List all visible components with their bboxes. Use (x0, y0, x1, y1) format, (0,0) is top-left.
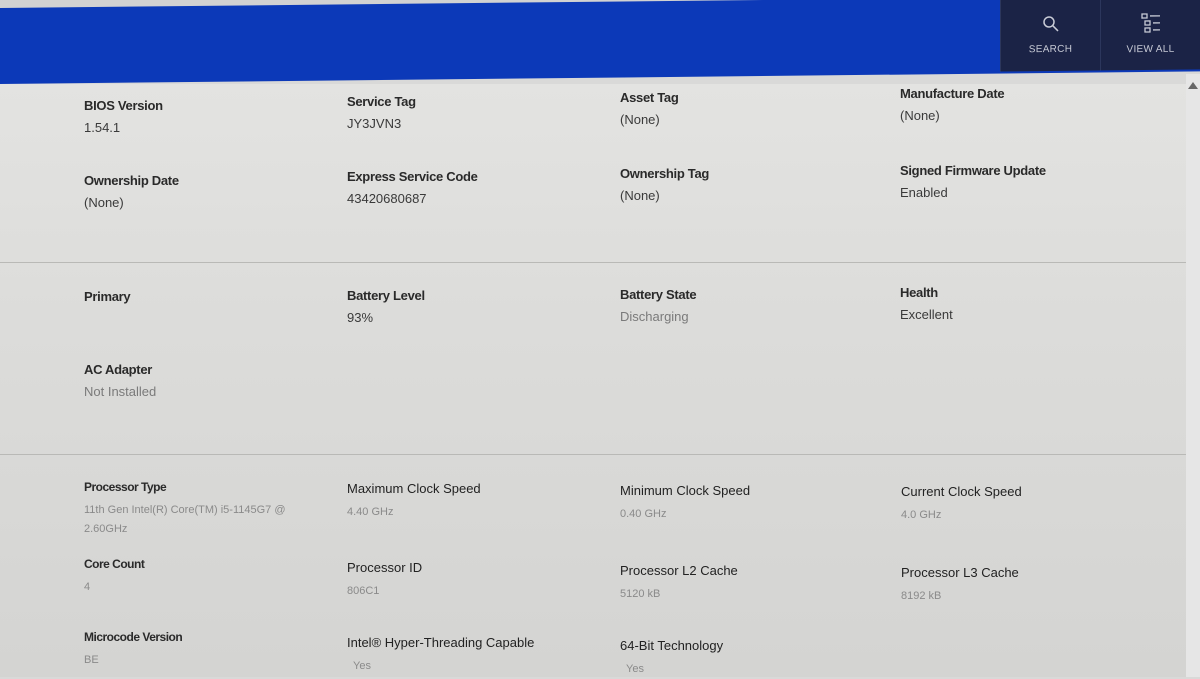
field-64bit-technology: 64-Bit Technology Yes (620, 638, 870, 679)
field-label: Primary (84, 289, 334, 305)
vertical-scrollbar[interactable] (1186, 74, 1200, 677)
field-label: Core Count (84, 556, 334, 572)
field-label: Maximum Clock Speed (347, 481, 597, 497)
field-label: Health (900, 285, 1150, 301)
field-max-clock-speed: Maximum Clock Speed 4.40 GHz (347, 481, 597, 522)
field-battery-level: Battery Level 93% (347, 288, 597, 326)
main-content: BIOS Version 1.54.1 Service Tag JY3JVN3 … (0, 84, 1186, 677)
field-value: 43420680687 (347, 191, 597, 207)
field-value: 806C1 (347, 582, 597, 601)
field-primary: Primary (84, 289, 334, 305)
field-processor-id: Processor ID 806C1 (347, 560, 597, 601)
field-label: Battery State (620, 287, 870, 303)
field-battery-state: Battery State Discharging (620, 287, 870, 325)
field-label: Processor L2 Cache (620, 563, 870, 579)
header-bar: SEARCH VIEW ALL (0, 0, 1200, 84)
field-value: Not Installed (84, 384, 334, 400)
field-value: (None) (84, 195, 334, 211)
field-value: JY3JVN3 (347, 116, 597, 132)
field-label: 64-Bit Technology (620, 638, 870, 654)
field-value: Yes (347, 657, 597, 676)
field-value: Yes (620, 660, 870, 679)
field-signed-firmware-update: Signed Firmware Update Enabled (900, 163, 1150, 201)
field-value: 5120 kB (620, 585, 870, 604)
field-label: Minimum Clock Speed (620, 483, 870, 499)
section-divider (0, 262, 1186, 263)
field-ac-adapter: AC Adapter Not Installed (84, 362, 334, 400)
field-value: 4.0 GHz (901, 506, 1151, 525)
field-label: Intel® Hyper-Threading Capable (347, 635, 597, 651)
field-core-count: Core Count 4 (84, 556, 334, 597)
field-health: Health Excellent (900, 285, 1150, 323)
field-value: 0.40 GHz (620, 505, 870, 524)
field-value: Excellent (900, 307, 1150, 323)
field-value: (None) (620, 188, 870, 204)
field-asset-tag: Asset Tag (None) (620, 90, 870, 128)
field-express-service-code: Express Service Code 43420680687 (347, 169, 597, 207)
field-ownership-tag: Ownership Tag (None) (620, 166, 870, 204)
field-min-clock-speed: Minimum Clock Speed 0.40 GHz (620, 483, 870, 524)
field-value: 8192 kB (901, 587, 1151, 606)
field-label: Processor Type (84, 479, 316, 495)
view-all-label: VIEW ALL (1127, 43, 1175, 55)
field-current-clock-speed: Current Clock Speed 4.0 GHz (901, 484, 1151, 525)
field-label: Signed Firmware Update (900, 163, 1150, 179)
field-label: Battery Level (347, 288, 597, 304)
field-ownership-date: Ownership Date (None) (84, 173, 334, 211)
field-hyper-threading: Intel® Hyper-Threading Capable Yes (347, 635, 597, 676)
field-label: AC Adapter (84, 362, 334, 378)
header-toolbar: SEARCH VIEW ALL (1000, 0, 1200, 72)
field-l3-cache: Processor L3 Cache 8192 kB (901, 565, 1151, 606)
field-microcode-version: Microcode Version BE (84, 629, 334, 670)
field-service-tag: Service Tag JY3JVN3 (347, 94, 597, 132)
section-divider (0, 454, 1186, 455)
field-value: BE (84, 651, 334, 670)
list-icon (1140, 11, 1162, 33)
field-label: Current Clock Speed (901, 484, 1151, 500)
field-label: Asset Tag (620, 90, 870, 106)
field-l2-cache: Processor L2 Cache 5120 kB (620, 563, 870, 604)
search-label: SEARCH (1029, 43, 1072, 54)
field-label: Express Service Code (347, 169, 597, 185)
field-label: Ownership Tag (620, 166, 870, 182)
scroll-up-arrow-icon[interactable] (1188, 82, 1198, 89)
field-value: 4 (84, 578, 334, 597)
field-value: Enabled (900, 185, 1150, 201)
field-label: BIOS Version (84, 98, 334, 114)
field-label: Processor L3 Cache (901, 565, 1151, 581)
field-value: 4.40 GHz (347, 503, 597, 522)
field-processor-type: Processor Type 11th Gen Intel(R) Core(TM… (84, 479, 316, 539)
field-label: Processor ID (347, 560, 597, 576)
field-value: (None) (900, 108, 1150, 124)
field-label: Ownership Date (84, 173, 334, 189)
view-all-button[interactable]: VIEW ALL (1100, 0, 1200, 70)
field-value: Discharging (620, 309, 870, 325)
field-bios-version: BIOS Version 1.54.1 (84, 98, 334, 136)
field-value: 11th Gen Intel(R) Core(TM) i5-1145G7 @ 2… (84, 501, 316, 539)
field-label: Microcode Version (84, 629, 334, 645)
field-value: 1.54.1 (84, 120, 334, 136)
field-value: 93% (347, 310, 597, 326)
search-button[interactable]: SEARCH (1000, 0, 1100, 72)
search-icon (1041, 13, 1061, 33)
field-label: Manufacture Date (900, 86, 1150, 102)
field-manufacture-date: Manufacture Date (None) (900, 86, 1150, 124)
field-label: Service Tag (347, 94, 597, 110)
field-value: (None) (620, 112, 870, 128)
